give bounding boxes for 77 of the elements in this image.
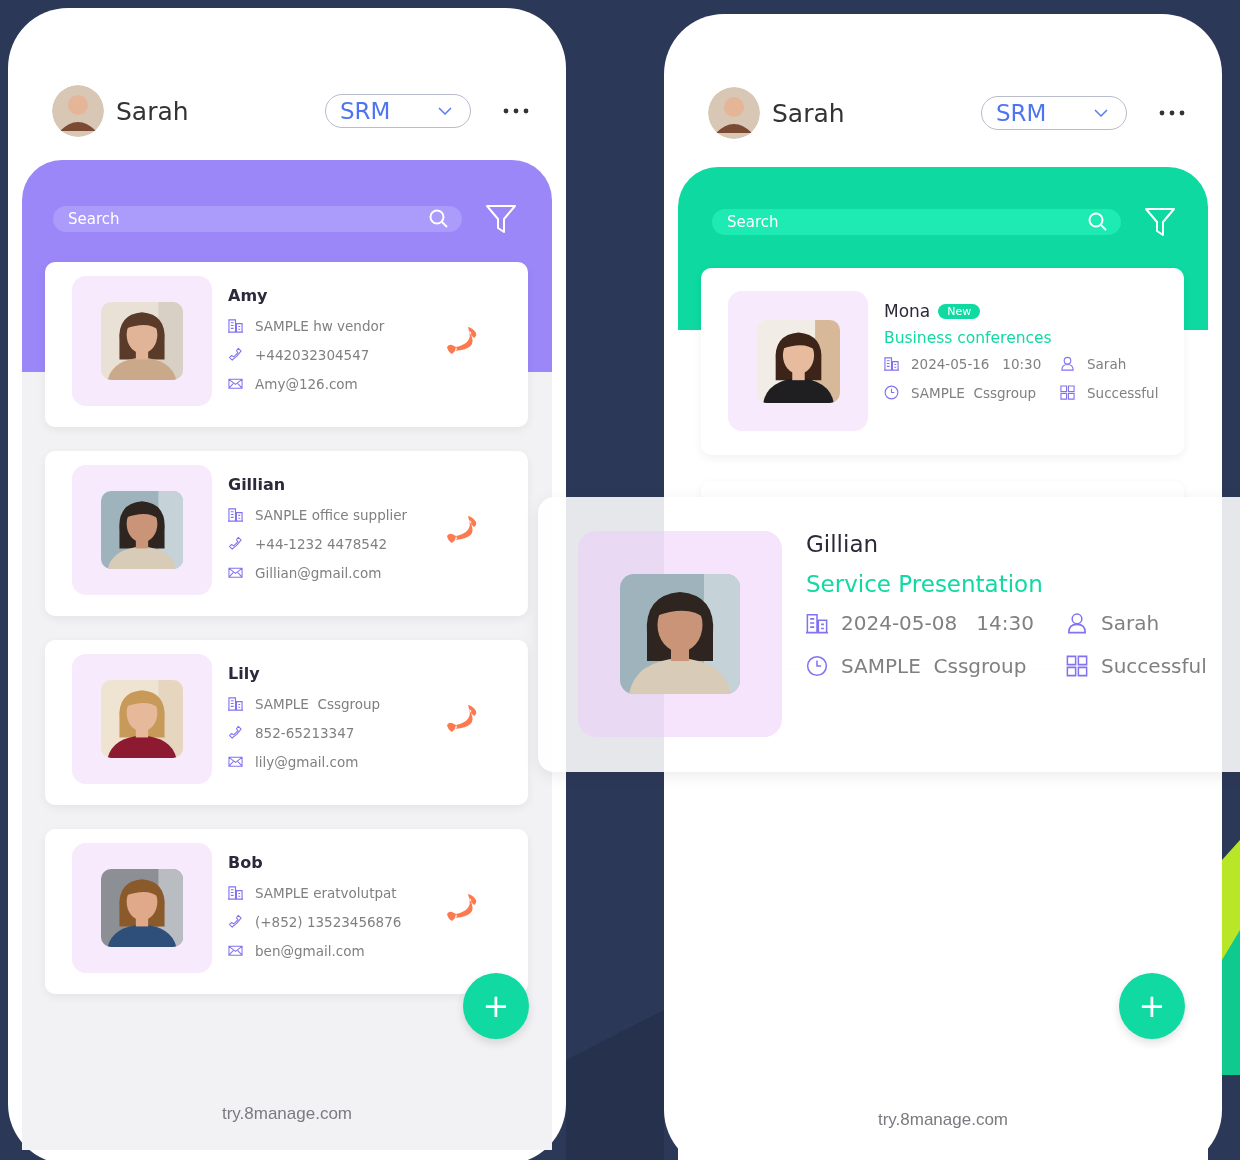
phone-icon: [228, 347, 243, 362]
search-field[interactable]: Search: [53, 206, 462, 232]
app-switcher-dropdown[interactable]: SRM: [981, 96, 1127, 130]
chevron-icon: [1094, 109, 1108, 117]
mail-icon: [228, 565, 243, 580]
email-address: Gillian@gmail.com: [255, 564, 382, 581]
search-field[interactable]: Search: [712, 209, 1121, 235]
footer-url[interactable]: try.8manage.com: [221, 1104, 353, 1150]
building-icon: [884, 356, 899, 371]
app-switcher-dropdown[interactable]: SRM: [325, 94, 471, 128]
footer-url[interactable]: try.8manage.com: [877, 1110, 1009, 1160]
new-badge: New: [938, 303, 981, 319]
call-icon[interactable]: [446, 892, 478, 924]
company-name: SAMPLE Cssgroup: [841, 653, 1027, 678]
mail-icon: [228, 376, 243, 391]
phone-icon: [228, 914, 243, 929]
call-icon[interactable]: [446, 703, 478, 735]
more-icon[interactable]: [1159, 110, 1185, 116]
contact-card[interactable]: Bob SAMPLE eratvolutpat (+852) 13523456876 ben@gmail.com: [45, 829, 528, 994]
email-address: ben@gmail.com: [255, 942, 365, 959]
mail-icon: [228, 943, 243, 958]
phone-number: (+852) 13523456876: [255, 913, 402, 930]
building-icon: [228, 696, 243, 711]
filter-icon[interactable]: [1145, 207, 1175, 237]
contact-card[interactable]: Gillian SANPLE office supplier +44-1232 4478542 Gillian@gmail.com: [45, 451, 528, 616]
owner-name: Sarah: [1087, 355, 1127, 372]
mail-icon: [228, 754, 243, 769]
phone-number: 852-65213347: [255, 724, 355, 741]
date-time: 2024-05-08 14:30: [841, 610, 1034, 635]
user-name: Sarah: [772, 98, 845, 128]
date-time: 2024-05-16 10:30: [911, 355, 1042, 372]
contact-name: Bob: [228, 853, 263, 872]
status-text: Successful: [1087, 384, 1159, 401]
phone-number: +442032304547: [255, 346, 370, 363]
building-icon: [228, 885, 243, 900]
company-name: SANPLE office supplier: [255, 506, 408, 523]
email-address: Amy@126.com: [255, 375, 358, 392]
search-icon[interactable]: [1088, 212, 1108, 232]
more-icon[interactable]: [503, 108, 529, 114]
activity-title: Business conferences: [884, 329, 1052, 347]
company-name: SAMPLE hw vendor: [255, 317, 385, 334]
avatar: [52, 85, 104, 137]
building-icon: [228, 318, 243, 333]
grid-icon: [1060, 385, 1075, 400]
contact-name: Amy: [228, 286, 268, 305]
building-icon: [228, 507, 243, 522]
call-icon[interactable]: [446, 514, 478, 546]
phone-number: +44-1232 4478542: [255, 535, 388, 552]
user-name: Sarah: [116, 96, 189, 126]
contact-name: Mona: [884, 301, 931, 321]
clock-icon: [884, 385, 899, 400]
status-text: Successful: [1101, 653, 1207, 678]
company-name: SAMPLE eratvolutpat: [255, 884, 397, 901]
avatar: [708, 87, 760, 139]
company-name: SAMPLE Cssgroup: [255, 695, 381, 712]
dragged-card[interactable]: Gillian Service Presentation 2024-05-08 14:30 Sarah SAMPLE Cssgroup Successful: [538, 497, 1240, 772]
phone-icon: [228, 725, 243, 740]
contact-name: Lily: [228, 664, 260, 683]
filter-icon[interactable]: [486, 204, 516, 234]
contact-name: Gillian: [228, 475, 286, 494]
building-icon: [806, 611, 828, 634]
call-icon[interactable]: [446, 325, 478, 357]
user-icon: [1060, 356, 1075, 371]
user-icon: [1066, 611, 1088, 634]
contact-card[interactable]: Amy SAMPLE hw vendor +442032304547 Amy@126.com: [45, 262, 528, 427]
email-address: lily@gmail.com: [255, 753, 359, 770]
chevron-icon: [438, 107, 452, 115]
phone-icon: [228, 536, 243, 551]
company-name: SAMPLE Cssgroup: [911, 384, 1037, 401]
search-icon[interactable]: [429, 209, 449, 229]
activity-card[interactable]: Mona New Business conferences 2024-05-16 10:30 Sarah SAMPLE Cssgroup Successful: [701, 268, 1184, 455]
contact-card[interactable]: Lily SAMPLE Cssgroup 852-65213347 lily@gmail.com: [45, 640, 528, 805]
clock-icon: [806, 654, 828, 677]
owner-name: Sarah: [1101, 610, 1160, 635]
grid-icon: [1066, 654, 1088, 677]
contact-name: Gillian: [806, 531, 879, 557]
activity-title: Service Presentation: [806, 571, 1043, 597]
